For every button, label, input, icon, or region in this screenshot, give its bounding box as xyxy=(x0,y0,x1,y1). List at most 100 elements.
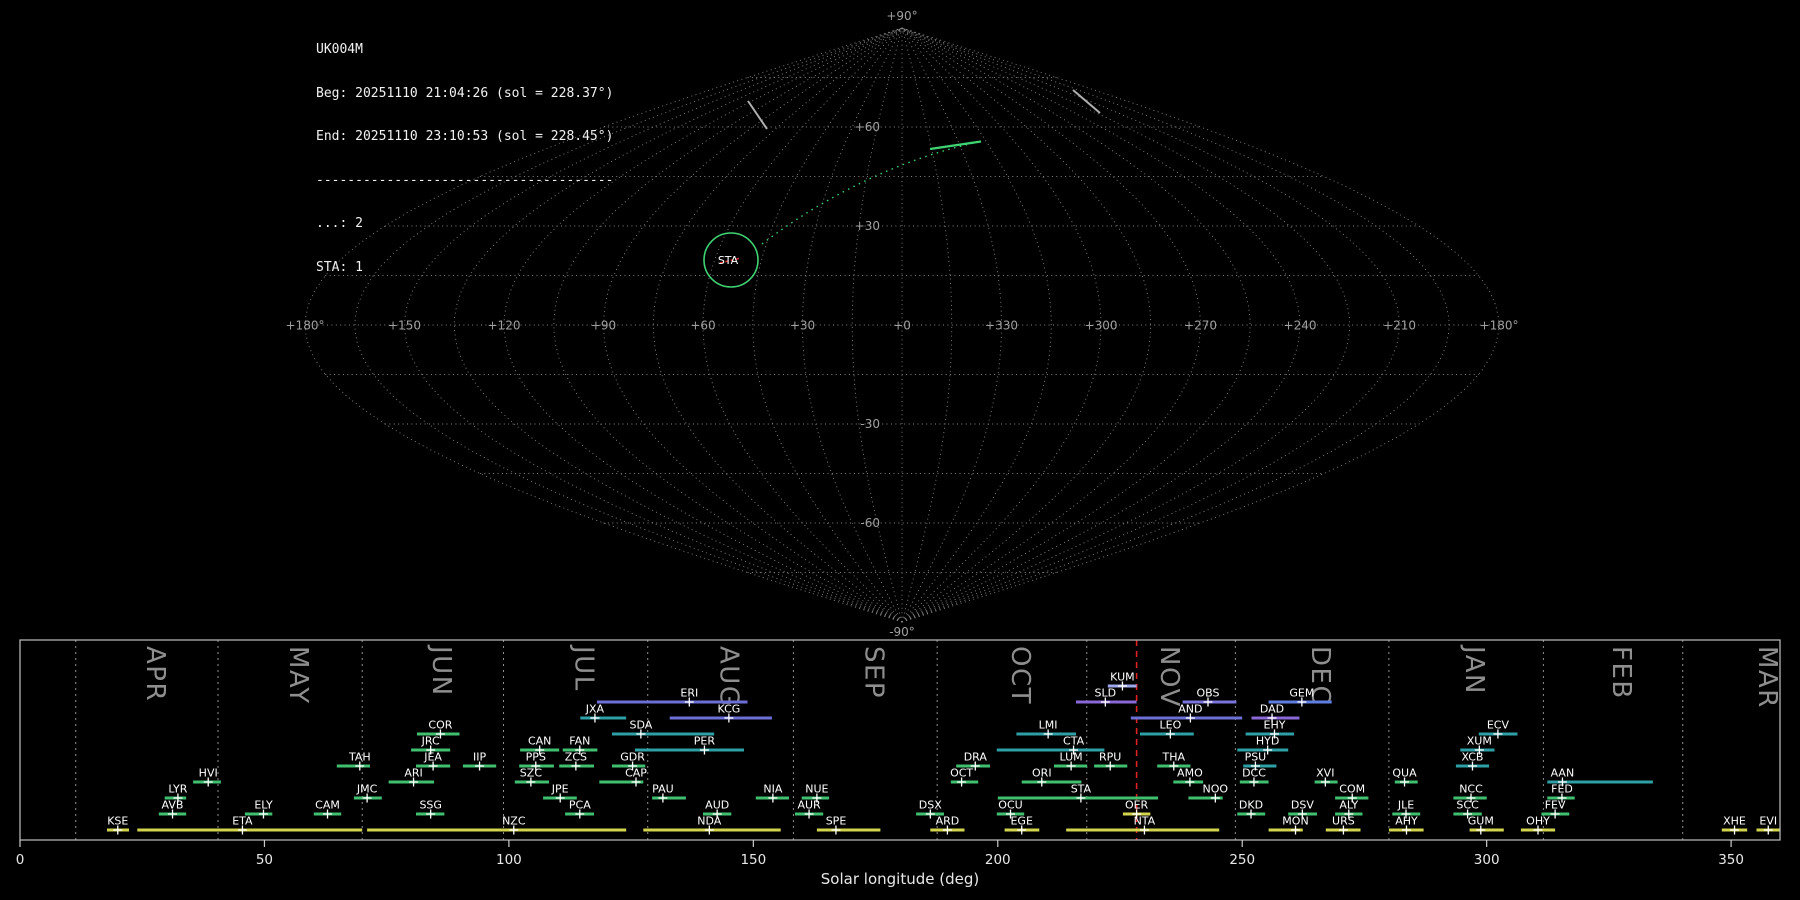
x-axis-title: Solar longitude (deg) xyxy=(821,870,979,888)
longitude-label: +270 xyxy=(1184,319,1217,333)
longitude-label: +180° xyxy=(286,319,325,333)
activity-timeline-chart: APRMAYJUNJULAUGSEPOCTNOVDECJANFEBMARKUME… xyxy=(16,640,1782,888)
shower-code-label: DSX xyxy=(919,799,942,812)
shower-code-label: ORI xyxy=(1032,767,1052,780)
x-tick-label: 250 xyxy=(1229,852,1255,868)
month-label: FEB xyxy=(1606,646,1636,700)
longitude-label: +0 xyxy=(893,319,911,333)
x-tick-label: 200 xyxy=(985,852,1011,868)
shower-code-label: AUR xyxy=(797,799,821,812)
shower-code-label: QUA xyxy=(1392,767,1417,780)
shower-code-label: KSE xyxy=(107,815,128,828)
longitude-label: +90 xyxy=(591,319,616,333)
shower-code-label: FEV xyxy=(1545,799,1566,812)
month-label: APR xyxy=(140,646,170,702)
shower-code-label: AHY xyxy=(1395,815,1418,828)
longitude-label: +300 xyxy=(1085,319,1118,333)
shower-code-label: TAH xyxy=(348,751,371,764)
month-label: MAR xyxy=(1752,646,1782,709)
pole-label-south: -90° xyxy=(889,625,915,639)
shower-code-label: ELY xyxy=(254,799,273,812)
shower-code-label: OCT xyxy=(950,767,973,780)
longitude-label: +150 xyxy=(388,319,421,333)
shower-code-label: SDA xyxy=(630,719,653,732)
shower-code-label: AAN xyxy=(1551,767,1575,780)
shower-code-label: COM xyxy=(1339,783,1365,796)
shower-code-label: SSG xyxy=(419,799,442,812)
shower-code-label: NUE xyxy=(805,783,828,796)
shower-code-label: FAN xyxy=(569,735,590,748)
shower-code-label: AND xyxy=(1178,703,1202,716)
shower-code-label: XUM xyxy=(1467,735,1492,748)
shower-code-label: RPU xyxy=(1099,751,1121,764)
x-tick-label: 150 xyxy=(740,852,766,868)
shower-code-label: JLE xyxy=(1397,799,1414,812)
shower-code-label: ZCS xyxy=(565,751,587,764)
shower-code-label: OER xyxy=(1125,799,1149,812)
shower-code-label: PER xyxy=(694,735,716,748)
x-tick-label: 0 xyxy=(16,852,25,868)
shower-code-label: GEM xyxy=(1289,687,1314,700)
longitude-label: +330 xyxy=(985,319,1018,333)
x-tick-label: 50 xyxy=(256,852,273,868)
shower-code-label: DCC xyxy=(1242,767,1266,780)
shower-code-label: SZC xyxy=(520,767,543,780)
month-label: NOV xyxy=(1154,646,1184,708)
longitude-label: +30 xyxy=(790,319,815,333)
shower-code-label: OCU xyxy=(998,799,1022,812)
latitude-label: +30 xyxy=(855,219,880,233)
shower-code-label: ARI xyxy=(404,767,422,780)
sky-map: +90°-90°+60+30-30-60+180°+150+120+90+60+… xyxy=(286,9,1519,639)
shower-code-label: CAN xyxy=(528,735,551,748)
shower-code-label: STA xyxy=(1071,783,1092,796)
shower-code-label: LMI xyxy=(1039,719,1058,732)
shower-code-label: XHE xyxy=(1723,815,1746,828)
shower-code-label: OBS xyxy=(1197,687,1220,700)
shower-code-label: COR xyxy=(428,719,452,732)
sky-grid-labels: +90°-90°+60+30-30-60+180°+150+120+90+60+… xyxy=(286,9,1519,639)
meteor-trail xyxy=(748,101,767,129)
shower-code-label: MON xyxy=(1282,815,1308,828)
shower-code-label: THA xyxy=(1162,751,1186,764)
shower-code-label: NOO xyxy=(1203,783,1229,796)
shower-code-label: GUM xyxy=(1468,815,1494,828)
shower-code-label: AVB xyxy=(162,799,184,812)
shower-code-label: AUD xyxy=(705,799,729,812)
shower-code-label: CTA xyxy=(1063,735,1085,748)
shower-code-label: SCC xyxy=(1456,799,1479,812)
month-label: SEP xyxy=(858,646,888,699)
shower-code-label: JXA xyxy=(585,703,605,716)
month-label: AUG xyxy=(714,646,744,707)
shower-code-label: ETA xyxy=(232,815,253,828)
shower-code-label: ERI xyxy=(680,687,698,700)
shower-code-label: PAU xyxy=(652,783,674,796)
shower-code-label: ECV xyxy=(1487,719,1510,732)
shower-code-label: LUM xyxy=(1060,751,1083,764)
radiant-map-app: UK004M Beg: 20251110 21:04:26 (sol = 228… xyxy=(0,0,1800,900)
shower-code-label: XCB xyxy=(1462,751,1484,764)
pole-label-north: +90° xyxy=(886,9,917,23)
latitude-label: -60 xyxy=(860,516,880,530)
shower-code-label: LYR xyxy=(168,783,187,796)
shower-code-label: ALY xyxy=(1339,799,1358,812)
meteor-trail xyxy=(1073,90,1100,113)
shower-code-label: URS xyxy=(1332,815,1355,828)
longitude-label: +180° xyxy=(1480,319,1519,333)
shower-code-label: PPS xyxy=(526,751,546,764)
shower-code-label: JEA xyxy=(423,751,442,764)
shower-code-label: AMO xyxy=(1177,767,1203,780)
shower-code-label: NIA xyxy=(763,783,782,796)
shower-code-label: LEO xyxy=(1160,719,1182,732)
shower-code-label: DSV xyxy=(1291,799,1314,812)
shower-code-label: IIP xyxy=(473,751,486,764)
radiant-label: STA xyxy=(718,254,739,267)
shower-code-label: FED xyxy=(1551,783,1573,796)
shower-code-label: NCC xyxy=(1459,783,1483,796)
shower-code-label: DKD xyxy=(1239,799,1263,812)
shower-code-label: GDR xyxy=(620,751,645,764)
month-label: OCT xyxy=(1005,646,1035,705)
shower-code-label: ARD xyxy=(936,815,960,828)
shower-code-label: JPE xyxy=(551,783,569,796)
month-label: JUN xyxy=(426,644,456,697)
shower-code-label: EHY xyxy=(1264,719,1286,732)
